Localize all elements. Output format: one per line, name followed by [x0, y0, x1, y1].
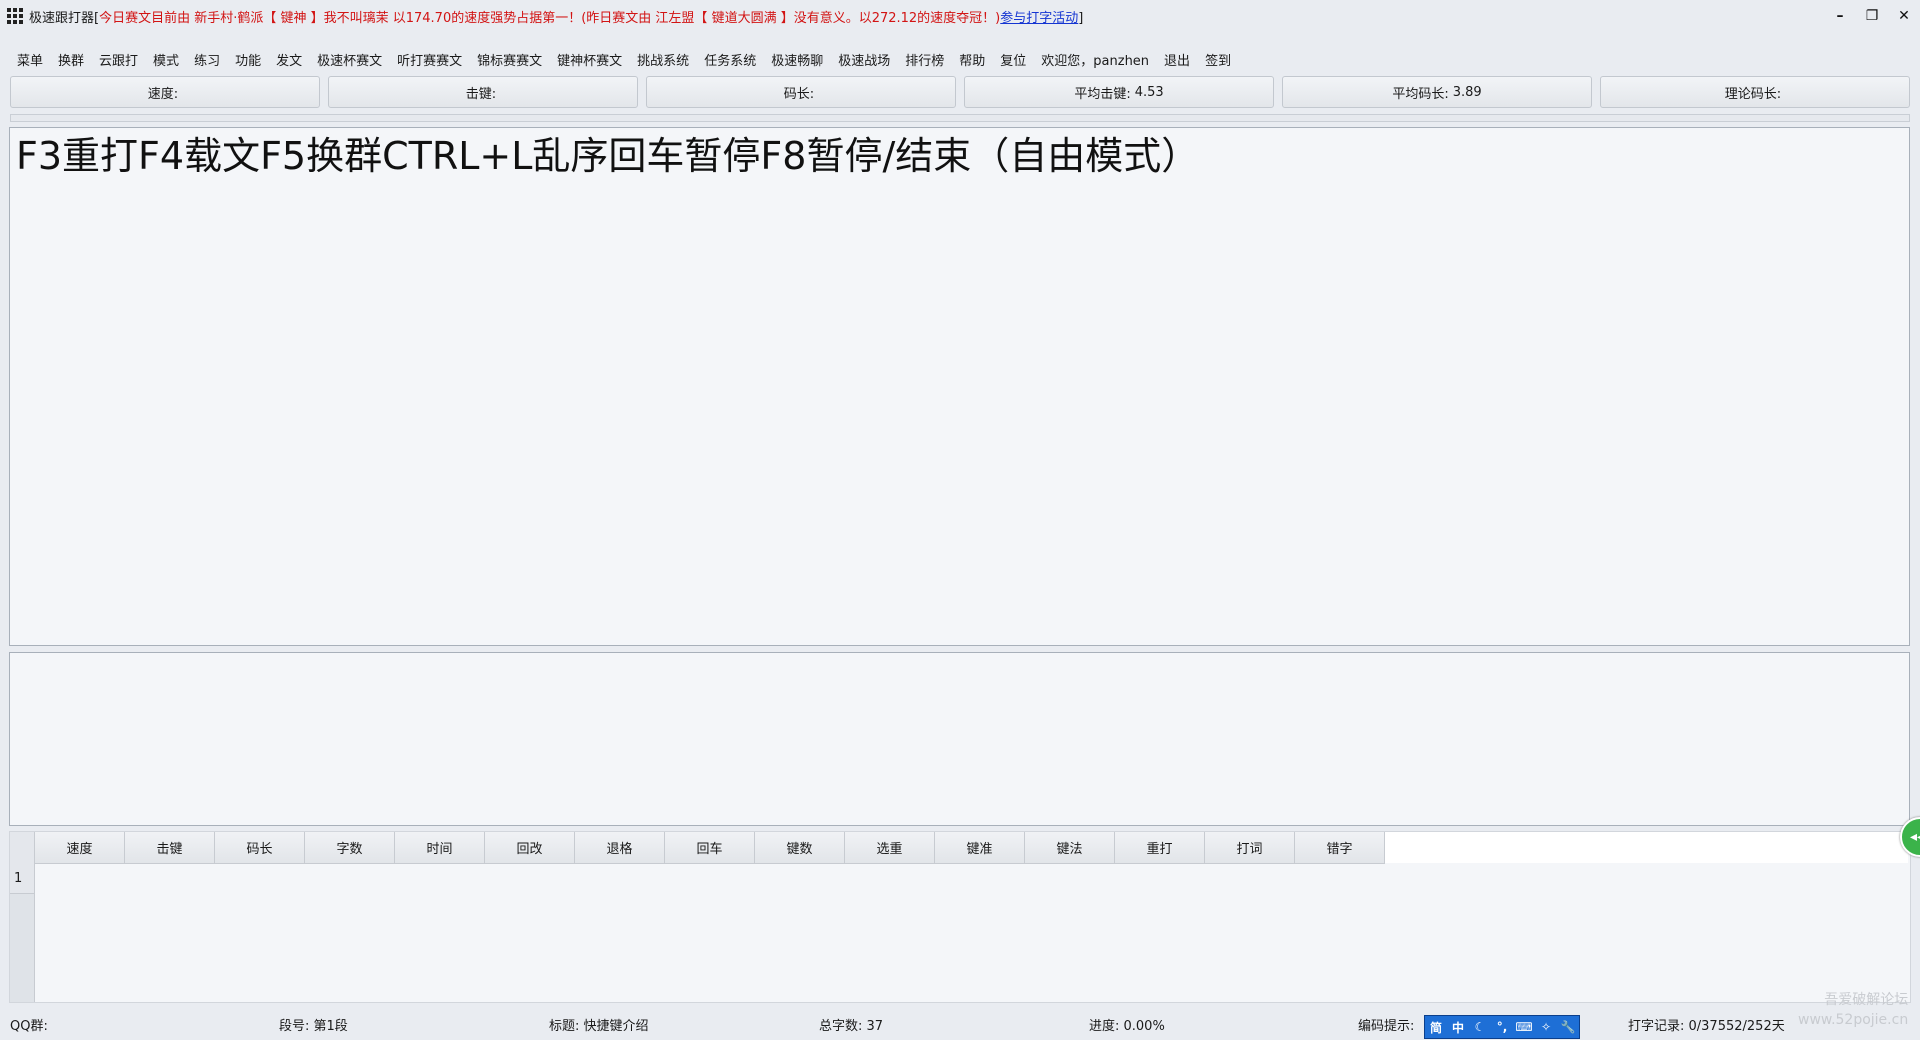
- window-controls: – ❐ ✕: [1824, 0, 1920, 32]
- menu-item-chat[interactable]: 极速畅聊: [764, 50, 831, 69]
- ime-keyboard-icon[interactable]: ⌨: [1515, 1020, 1532, 1034]
- menu-item-logout[interactable]: 退出: [1157, 50, 1198, 69]
- menu-item-help[interactable]: 帮助: [952, 50, 993, 69]
- column-header-key-count[interactable]: 键数: [755, 832, 845, 864]
- menu-item-mode[interactable]: 模式: [146, 50, 187, 69]
- row-number[interactable]: 1: [10, 863, 34, 894]
- typing-app-window: 极速跟打器[今日赛文目前由 新手村·鹤派【 键神 】我不叫璃茉 以174.70的…: [0, 0, 1920, 1040]
- menu-item-battlefield[interactable]: 极速战场: [831, 50, 898, 69]
- stats-row: 速度: 击键: 码长: 平均击键: 4.53 平均码长: 3.89 理论码长:: [10, 76, 1910, 108]
- watermark: 吾爱破解论坛 www.52pojie.cn: [1798, 992, 1909, 1028]
- menu-item-sign-in[interactable]: 签到: [1198, 50, 1239, 69]
- results-table: 速度 击键 码长 字数 时间 回改 退格 回车 键数 选重 键准 键法 重打 打…: [9, 831, 1911, 1003]
- status-typing-record: 打字记录: 0/37552/252天: [1628, 1018, 1785, 1034]
- app-grid-icon[interactable]: [7, 8, 23, 24]
- column-header-word-typing[interactable]: 打词: [1205, 832, 1295, 864]
- column-header-code-length[interactable]: 码长: [215, 832, 305, 864]
- stat-speed: 速度:: [10, 76, 320, 108]
- title-end: ]: [1078, 10, 1084, 26]
- welcome-user: 欢迎您，panzhen: [1041, 53, 1150, 69]
- menu-item-menu[interactable]: 菜单: [10, 50, 51, 69]
- menu-item-championship[interactable]: 锦标赛赛文: [470, 50, 550, 69]
- row-header-column: 1: [10, 863, 35, 1002]
- menu-bar: 菜单 换群 云跟打 模式 练习 功能 发文 极速杯赛文 听打赛赛文 锦标赛赛文 …: [10, 48, 1239, 70]
- menu-item-practice[interactable]: 练习: [187, 50, 228, 69]
- status-bar: QQ群: 段号: 第1段 标题: 快捷键介绍 总字数: 37 进度: 0.00%…: [0, 1008, 1920, 1040]
- progress-strip: [10, 114, 1910, 122]
- restore-button[interactable]: ❐: [1856, 0, 1888, 32]
- menu-item-cloud-typing[interactable]: 云跟打: [92, 50, 146, 69]
- minimize-button[interactable]: –: [1824, 0, 1856, 32]
- column-header-typos[interactable]: 错字: [1295, 832, 1385, 864]
- column-header-revisions[interactable]: 回改: [485, 832, 575, 864]
- menu-item-listening-race[interactable]: 听打赛赛文: [390, 50, 470, 69]
- menu-item-reset[interactable]: 复位: [993, 50, 1034, 69]
- stat-code-length: 码长:: [646, 76, 956, 108]
- stat-avg-code-length: 平均码长: 3.89: [1282, 76, 1592, 108]
- ime-toolbar[interactable]: 简 中 ☾ °, ⌨ ✧ 🔧: [1424, 1015, 1580, 1039]
- ime-chinese-icon[interactable]: 中: [1450, 1019, 1466, 1036]
- status-qq-group: QQ群:: [10, 1018, 48, 1034]
- column-header-backspace[interactable]: 退格: [575, 832, 665, 864]
- ime-sparkle-icon[interactable]: ✧: [1538, 1020, 1554, 1034]
- column-header-retype[interactable]: 重打: [1115, 832, 1205, 864]
- status-progress: 进度: 0.00%: [1089, 1018, 1165, 1034]
- source-text: F3重打F4载文F5换群CTRL+L乱序回车暂停F8暂停/结束（自由模式）: [16, 134, 1200, 178]
- ime-wrench-icon[interactable]: 🔧: [1560, 1020, 1576, 1034]
- source-text-panel[interactable]: F3重打F4载文F5换群CTRL+L乱序回车暂停F8暂停/结束（自由模式）: [9, 127, 1910, 646]
- menu-item-send-text[interactable]: 发文: [269, 50, 310, 69]
- column-header-char-count[interactable]: 字数: [305, 832, 395, 864]
- column-header-selection[interactable]: 选重: [845, 832, 935, 864]
- header-fill: [1385, 832, 1908, 863]
- close-button[interactable]: ✕: [1888, 0, 1920, 32]
- join-activity-link[interactable]: 参与打字活动: [1000, 11, 1078, 26]
- table-header: 速度 击键 码长 字数 时间 回改 退格 回车 键数 选重 键准 键法 重打 打…: [10, 832, 1908, 864]
- menu-item-speed-cup[interactable]: 极速杯赛文: [310, 50, 390, 69]
- column-header-enter[interactable]: 回车: [665, 832, 755, 864]
- menu-item-keygod-cup[interactable]: 键神杯赛文: [550, 50, 630, 69]
- status-code-hint-label: 编码提示:: [1358, 1018, 1415, 1034]
- stat-avg-keystroke: 平均击键: 4.53: [964, 76, 1274, 108]
- table-corner: [10, 832, 35, 863]
- status-segment: 段号: 第1段: [279, 1018, 348, 1034]
- ime-punctuation-icon[interactable]: °,: [1494, 1020, 1510, 1034]
- title-bar: 极速跟打器[今日赛文目前由 新手村·鹤派【 键神 】我不叫璃茉 以174.70的…: [0, 0, 1920, 32]
- menu-item-functions[interactable]: 功能: [228, 50, 269, 69]
- status-title: 标题: 快捷键介绍: [549, 1018, 649, 1034]
- ime-moon-icon[interactable]: ☾: [1472, 1020, 1488, 1034]
- announcement-marquee: 今日赛文目前由 新手村·鹤派【 键神 】我不叫璃茉 以174.70的速度强势占据…: [99, 10, 1001, 26]
- menu-item-leaderboard[interactable]: 排行榜: [898, 50, 952, 69]
- ime-simplified-icon[interactable]: 简: [1428, 1019, 1444, 1036]
- menu-item-switch-group[interactable]: 换群: [51, 50, 92, 69]
- window-title: 极速跟打器[今日赛文目前由 新手村·鹤派【 键神 】我不叫璃茉 以174.70的…: [29, 7, 1083, 26]
- column-header-speed[interactable]: 速度: [35, 832, 125, 864]
- column-header-key-method[interactable]: 键法: [1025, 832, 1115, 864]
- column-header-time[interactable]: 时间: [395, 832, 485, 864]
- app-title: 极速跟打器[: [29, 10, 100, 26]
- column-header-key-accuracy[interactable]: 键准: [935, 832, 1025, 864]
- column-header-keystroke[interactable]: 击键: [125, 832, 215, 864]
- menu-item-tasks[interactable]: 任务系统: [697, 50, 764, 69]
- typing-input-area[interactable]: [9, 652, 1910, 826]
- status-total-chars: 总字数: 37: [819, 1018, 884, 1034]
- stat-keystroke: 击键:: [328, 76, 638, 108]
- menu-item-challenge[interactable]: 挑战系统: [630, 50, 697, 69]
- stat-theoretical-code-length: 理论码长:: [1600, 76, 1910, 108]
